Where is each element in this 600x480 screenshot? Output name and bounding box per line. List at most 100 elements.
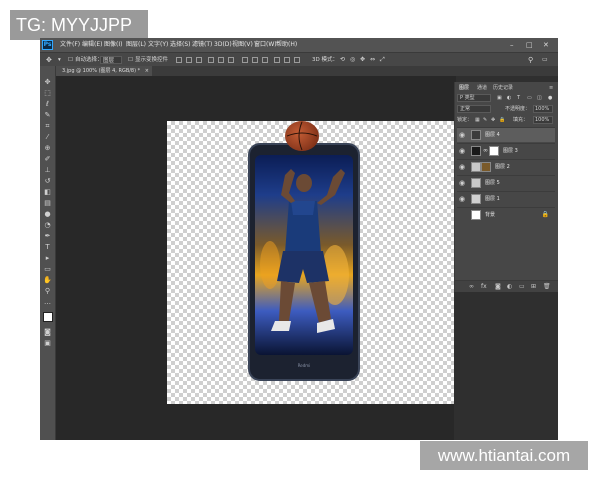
align-middle-icon[interactable] — [218, 57, 224, 63]
layer-row[interactable]: ◉ 图层 1 — [457, 191, 555, 206]
quick-mask-icon[interactable]: ◙ — [43, 328, 52, 336]
eye-icon[interactable]: ◉ — [459, 131, 465, 139]
blend-mode-dropdown[interactable]: 正常 — [457, 105, 491, 113]
align-bottom-icon[interactable] — [228, 57, 234, 63]
layer-row[interactable]: ◉ ∞ 图层 3 — [457, 143, 555, 158]
pen-tool-icon[interactable]: ✒ — [43, 232, 52, 240]
align-right-icon[interactable] — [196, 57, 202, 63]
chevron-down-icon[interactable]: ▾ — [58, 56, 61, 64]
align-top-icon[interactable] — [208, 57, 214, 63]
menu-3d[interactable]: 3D(D) — [214, 40, 232, 50]
foreground-color-swatch[interactable] — [43, 312, 53, 322]
maximize-button[interactable]: □ — [526, 39, 533, 51]
distribute-right-icon[interactable] — [294, 57, 300, 63]
menu-type[interactable]: 文字(Y) — [148, 40, 168, 50]
hand-tool-icon[interactable]: ✋ — [43, 276, 52, 284]
history-brush-tool-icon[interactable]: ↺ — [43, 177, 52, 185]
filter-pixel-icon[interactable]: ▣ — [497, 94, 502, 102]
shape-tool-icon[interactable]: ▭ — [43, 265, 52, 273]
distribute-middle-icon[interactable] — [252, 57, 258, 63]
fx-icon[interactable]: fx — [481, 283, 487, 291]
canvas-document[interactable]: Redmi — [167, 121, 462, 404]
layer-filter-dropdown[interactable]: P 类型 — [457, 94, 491, 102]
tab-history[interactable]: 历史记录 — [493, 84, 513, 92]
quick-select-tool-icon[interactable]: ✎ — [43, 111, 52, 119]
3d-rotate-icon[interactable]: ⟲ — [340, 56, 345, 64]
layer-row[interactable]: ◉ 图层 4 — [457, 127, 555, 142]
filter-toggle-icon[interactable]: ● — [548, 94, 552, 102]
menu-select[interactable]: 选择(S) — [170, 40, 191, 50]
filter-shape-icon[interactable]: ▭ — [527, 94, 532, 102]
layer-row[interactable]: ◉ 图层 5 — [457, 175, 555, 190]
lock-pixels-icon[interactable]: ✎ — [483, 116, 487, 124]
link-icon[interactable]: ∞ — [469, 283, 474, 291]
zoom-tool-icon[interactable]: ⚲ — [43, 287, 52, 295]
auto-select-checkbox[interactable]: ☐ — [68, 56, 73, 64]
menu-image[interactable]: 图像(I) — [104, 40, 122, 50]
eye-icon[interactable]: ◉ — [459, 195, 465, 203]
eye-icon[interactable]: ◉ — [459, 179, 465, 187]
adjustment-icon[interactable]: ◐ — [507, 283, 512, 291]
close-button[interactable]: ✕ — [543, 39, 549, 51]
fill-input[interactable]: 100% — [533, 116, 553, 124]
lock-all-icon[interactable]: 🔒 — [499, 116, 505, 124]
search-icon[interactable]: ⚲ — [528, 56, 533, 64]
eyedropper-tool-icon[interactable]: ⁄ — [43, 133, 52, 141]
tab-layers[interactable]: 图层 — [459, 84, 469, 92]
auto-select-dropdown[interactable]: 图层 — [100, 56, 122, 64]
more-tools-icon[interactable]: … — [43, 298, 52, 306]
move-icon[interactable]: ✥ — [46, 56, 52, 64]
3d-scale-icon[interactable]: ⤢ — [380, 56, 385, 64]
lock-position-icon[interactable]: ✥ — [491, 116, 495, 124]
distribute-center-icon[interactable] — [284, 57, 290, 63]
filter-type-icon[interactable]: T — [517, 94, 520, 102]
path-select-tool-icon[interactable]: ▸ — [43, 254, 52, 262]
menu-window[interactable]: 窗口(W) — [254, 40, 277, 50]
close-tab-icon[interactable]: × — [145, 66, 149, 76]
minimize-button[interactable]: – — [510, 39, 514, 51]
menu-filter[interactable]: 滤镜(T) — [192, 40, 212, 50]
menu-file[interactable]: 文件(F) — [60, 40, 80, 50]
menu-layer[interactable]: 图层(L) — [126, 40, 146, 50]
marquee-tool-icon[interactable]: ⬚ — [43, 89, 52, 97]
filter-smart-icon[interactable]: ◫ — [537, 94, 542, 102]
blur-tool-icon[interactable]: ● — [43, 210, 52, 218]
lock-transparent-icon[interactable]: ▦ — [475, 116, 480, 124]
dodge-tool-icon[interactable]: ◔ — [43, 221, 52, 229]
trash-icon[interactable]: 🗑 — [543, 283, 551, 291]
menu-help[interactable]: 帮助(H) — [276, 40, 297, 50]
healing-tool-icon[interactable]: ⊕ — [43, 144, 52, 152]
align-center-icon[interactable] — [186, 57, 192, 63]
eraser-tool-icon[interactable]: ◧ — [43, 188, 52, 196]
layer-row[interactable]: 背景 🔒 — [457, 207, 555, 222]
transform-checkbox[interactable]: ☐ — [128, 56, 133, 64]
gradient-tool-icon[interactable]: ▤ — [43, 199, 52, 207]
document-tab[interactable]: 3.jpg @ 100% (图层 4, RGB/8) * × — [56, 66, 152, 76]
menu-view[interactable]: 视图(V) — [232, 40, 253, 50]
distribute-bottom-icon[interactable] — [262, 57, 268, 63]
3d-slide-icon[interactable]: ⇔ — [370, 56, 375, 64]
distribute-top-icon[interactable] — [242, 57, 248, 63]
type-tool-icon[interactable]: T — [43, 243, 52, 251]
brush-tool-icon[interactable]: ✐ — [43, 155, 52, 163]
move-tool-icon[interactable]: ✥ — [43, 78, 52, 86]
opacity-input[interactable]: 100% — [533, 105, 553, 113]
panel-menu-icon[interactable]: ≡ — [549, 84, 553, 92]
stamp-tool-icon[interactable]: ⊥ — [43, 166, 52, 174]
filter-adjust-icon[interactable]: ◐ — [507, 94, 511, 102]
new-layer-icon[interactable]: ⊞ — [531, 283, 536, 291]
crop-tool-icon[interactable]: ⌗ — [43, 122, 52, 130]
eye-icon[interactable]: ◉ — [459, 147, 465, 155]
workspace-icon[interactable]: ▭ — [542, 56, 548, 64]
tab-channels[interactable]: 通道 — [477, 84, 487, 92]
align-left-icon[interactable] — [176, 57, 182, 63]
lasso-tool-icon[interactable]: ℓ — [43, 100, 52, 108]
menu-edit[interactable]: 编辑(E) — [82, 40, 102, 50]
folder-icon[interactable]: ▭ — [519, 283, 525, 291]
3d-drag-icon[interactable]: ✥ — [360, 56, 365, 64]
3d-roll-icon[interactable]: ◎ — [350, 56, 355, 64]
screen-mode-icon[interactable]: ▣ — [43, 339, 52, 347]
mask-icon[interactable]: ◙ — [495, 283, 501, 291]
eye-icon[interactable]: ◉ — [459, 163, 465, 171]
distribute-left-icon[interactable] — [274, 57, 280, 63]
